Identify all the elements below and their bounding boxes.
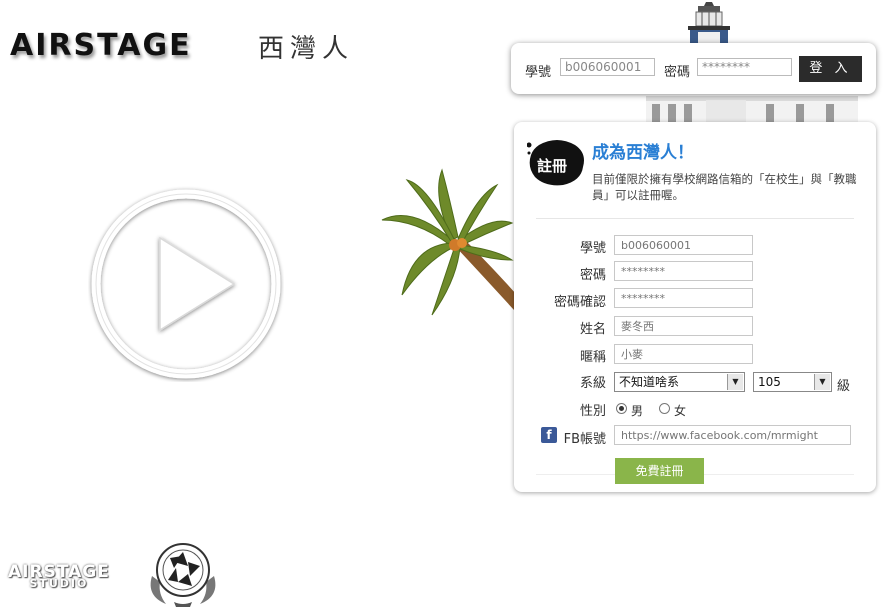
register-facebook-input[interactable] — [614, 425, 851, 445]
palm-tree-image — [381, 168, 517, 316]
register-nickname-input[interactable] — [614, 344, 753, 364]
airstage-logo[interactable]: AIRSTAGE — [10, 28, 192, 63]
play-icon — [91, 189, 281, 379]
department-select-value: 不知道啥系 — [619, 375, 680, 389]
login-student-id-label: 學號 — [525, 65, 552, 80]
field-label-student-id: 學號 — [579, 241, 606, 256]
login-password-input[interactable] — [697, 58, 792, 76]
year-select[interactable]: 105 ▼ — [753, 372, 832, 392]
play-video-button[interactable] — [88, 186, 284, 382]
register-title: 成為西灣人！ — [592, 143, 694, 163]
emblem-logo — [150, 543, 216, 607]
field-label-facebook: FB帳號 — [563, 432, 606, 447]
gender-male-radio[interactable] — [616, 403, 627, 414]
register-password-confirm-input[interactable] — [614, 288, 753, 308]
field-label-department: 系級 — [579, 376, 606, 391]
department-select[interactable]: 不知道啥系 ▼ — [614, 372, 745, 392]
chevron-down-icon: ▼ — [727, 374, 743, 390]
field-label-password: 密碼 — [579, 268, 606, 283]
login-password-label: 密碼 — [664, 65, 691, 80]
login-button[interactable]: 登 入 — [799, 56, 862, 82]
brand-chinese-title: 西灣人 — [258, 34, 355, 64]
register-description: 目前僅限於擁有學校網路信箱的「在校生」與「教職員」可以註冊喔。 — [592, 172, 857, 202]
airstage-studio-logo: AIRSTAGE STUDIO — [8, 564, 110, 590]
register-student-id-input[interactable] — [614, 235, 753, 255]
register-badge: 註冊 — [537, 157, 568, 175]
gender-female-label: 女 — [674, 404, 687, 418]
chevron-down-icon: ▼ — [814, 374, 830, 390]
field-label-name: 姓名 — [579, 322, 606, 337]
login-bar: 學號 密碼 登 入 — [511, 43, 876, 94]
gender-female-radio[interactable] — [659, 403, 670, 414]
year-suffix: 級 — [837, 379, 851, 394]
field-label-gender: 性別 — [579, 404, 606, 419]
field-label-password-confirm: 密碼確認 — [553, 295, 606, 310]
register-name-input[interactable] — [614, 316, 753, 336]
field-label-nickname: 暱稱 — [579, 350, 606, 365]
register-password-input[interactable] — [614, 261, 753, 281]
register-panel: 註冊 成為西灣人！ 目前僅限於擁有學校網路信箱的「在校生」與「教職員」可以註冊喔… — [514, 122, 876, 492]
lighthouse-top-image — [688, 2, 730, 44]
login-student-id-input[interactable] — [560, 58, 655, 76]
year-select-value: 105 — [758, 375, 781, 389]
register-submit-button[interactable]: 免費註冊 — [615, 458, 704, 484]
gender-male-label: 男 — [631, 404, 644, 418]
divider — [536, 218, 854, 219]
